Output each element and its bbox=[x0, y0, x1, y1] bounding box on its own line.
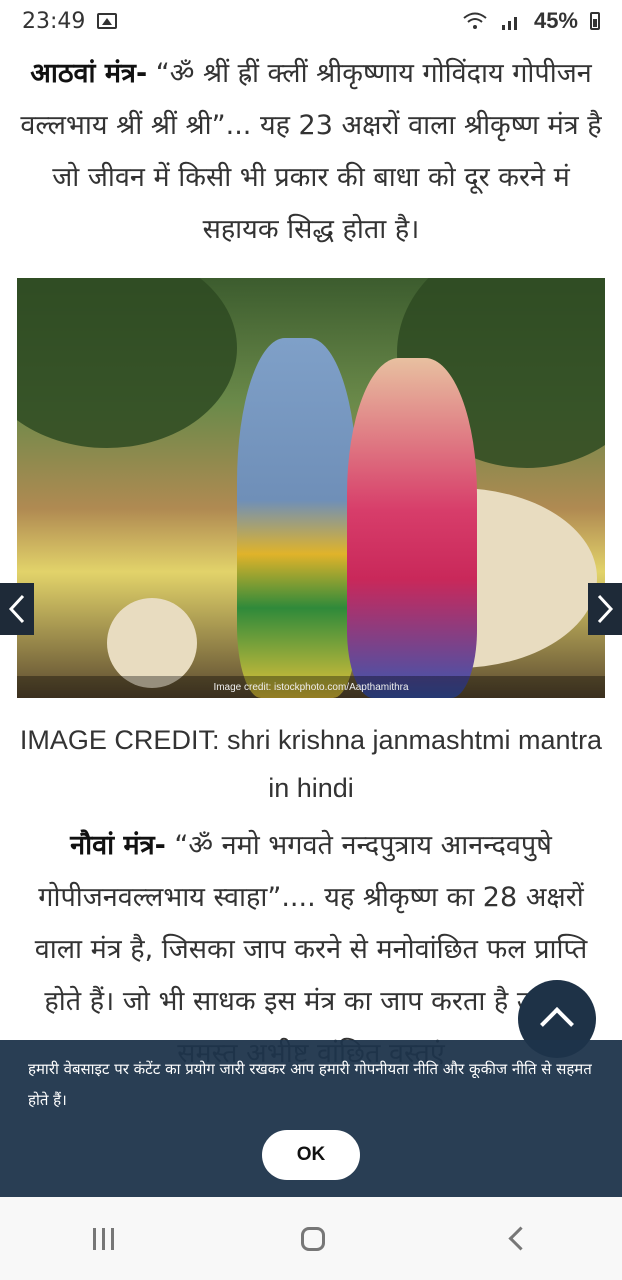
image-gallery: Image credit: istockphoto.com/Aapthamith… bbox=[0, 278, 622, 698]
gallery-next-button[interactable] bbox=[588, 583, 622, 635]
battery-icon bbox=[590, 12, 600, 30]
chevron-right-icon bbox=[597, 594, 614, 624]
cookie-consent-banner: हमारी वेबसाइट पर कंटेंट का प्रयोग जारी र… bbox=[0, 1040, 622, 1197]
back-button[interactable] bbox=[508, 1226, 533, 1251]
cookie-ok-button[interactable]: OK bbox=[262, 1130, 360, 1180]
mantra-9-heading: नौवां मंत्र- bbox=[70, 830, 166, 861]
status-bar: 23:49 45% bbox=[0, 0, 622, 42]
mantra-8-heading: आठवां मंत्र- bbox=[30, 58, 148, 89]
krishna-radha-photo: Image credit: istockphoto.com/Aapthamith… bbox=[17, 278, 605, 698]
status-left: 23:49 bbox=[22, 8, 118, 34]
image-credit-overlay: Image credit: istockphoto.com/Aapthamith… bbox=[17, 676, 605, 698]
recent-apps-button[interactable] bbox=[93, 1227, 115, 1250]
image-notification-icon bbox=[97, 13, 118, 29]
cookie-consent-text: हमारी वेबसाइट पर कंटेंट का प्रयोग जारी र… bbox=[28, 1060, 592, 1109]
article-content: आठवां मंत्र- “ॐ श्रीं ह्रीं क्लीं श्रीकृ… bbox=[0, 42, 622, 1080]
status-right: 45% bbox=[462, 8, 600, 34]
image-caption: IMAGE CREDIT: shri krishna janmashtmi ma… bbox=[19, 725, 603, 803]
android-nav-bar bbox=[0, 1197, 622, 1280]
home-button[interactable] bbox=[300, 1226, 325, 1251]
status-time: 23:49 bbox=[22, 8, 86, 34]
wifi-icon bbox=[463, 12, 487, 29]
mantra-8-paragraph: आठवां मंत्र- “ॐ श्रीं ह्रीं क्लीं श्रीकृ… bbox=[0, 48, 622, 256]
signal-icon bbox=[501, 17, 517, 30]
mantra-9-text: “ॐ नमो भगवते नन्दपुत्राय आनन्दवपुषे गोपी… bbox=[34, 830, 588, 1069]
chevron-up-icon bbox=[540, 1007, 574, 1041]
gallery-prev-button[interactable] bbox=[0, 583, 34, 635]
chevron-left-icon bbox=[8, 594, 25, 624]
battery-percent: 45% bbox=[533, 8, 578, 33]
